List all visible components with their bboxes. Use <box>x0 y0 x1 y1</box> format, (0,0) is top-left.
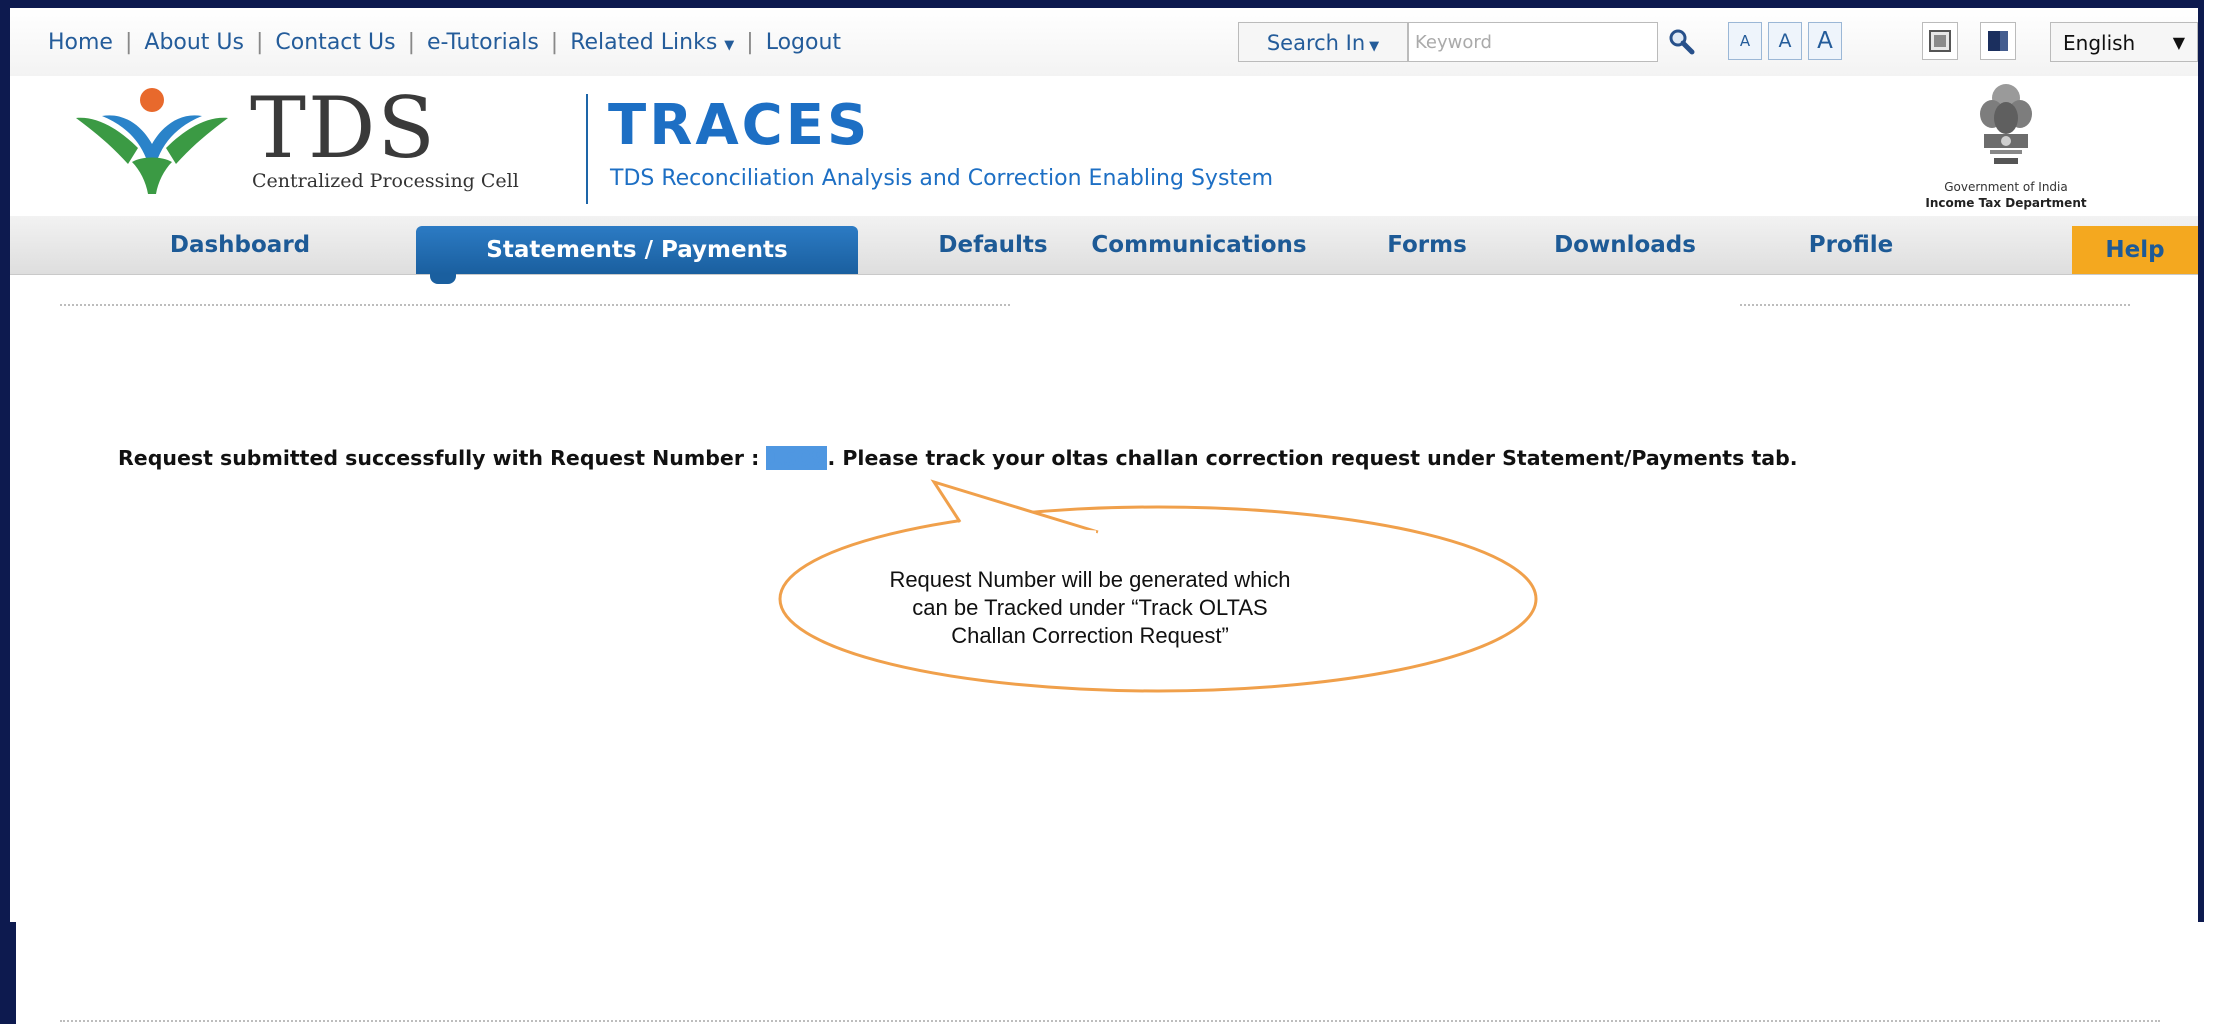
faint-text-line <box>60 304 1010 308</box>
emblem-icon <box>1980 84 2032 164</box>
top-links: Home | About Us | Contact Us | e-Tutoria… <box>48 30 853 55</box>
contrast-dark-icon <box>1988 31 2008 51</box>
faint-footer-line <box>60 1020 2160 1024</box>
about-us-link[interactable]: About Us <box>132 30 256 55</box>
income-tax-department-label: Income Tax Department <box>1925 196 2087 210</box>
font-size-small-button[interactable]: A <box>1728 22 1762 60</box>
caret-down-icon: ▼ <box>1369 39 1380 54</box>
tab-defaults[interactable]: Defaults <box>908 216 1078 274</box>
font-size-large-button[interactable]: A <box>1808 22 1842 60</box>
faint-text-line <box>1740 304 2130 308</box>
related-links-label: Related Links <box>570 30 718 55</box>
utility-bar: Home | About Us | Contact Us | e-Tutoria… <box>10 8 2198 78</box>
callout-line: Request Number will be generated which <box>889 567 1291 592</box>
callout-line: Challan Correction Request” <box>951 623 1229 648</box>
separator: | <box>124 30 133 55</box>
contrast-light-icon <box>1929 30 1951 52</box>
keyword-input[interactable] <box>1408 22 1658 62</box>
tab-statements-payments[interactable]: Statements / Payments <box>416 226 858 274</box>
separator: | <box>746 30 754 55</box>
search-icon <box>1669 29 1695 55</box>
home-link[interactable]: Home <box>48 30 125 55</box>
tab-communications[interactable]: Communications <box>1084 216 1314 274</box>
cpc-subtitle: Centralized Processing Cell <box>252 170 519 192</box>
separator: | <box>550 30 559 55</box>
bottom-area <box>10 922 2204 1024</box>
government-of-india-label: Government of India <box>1944 180 2068 194</box>
site-header: TDS Centralized Processing Cell TRACES T… <box>10 76 2198 216</box>
tab-downloads[interactable]: Downloads <box>1530 216 1720 274</box>
contrast-light-button[interactable] <box>1922 22 1958 60</box>
language-label: English <box>2063 31 2136 55</box>
tds-logo-icon <box>76 88 228 194</box>
callout-text: Request Number will be generated which c… <box>880 566 1300 650</box>
tab-profile[interactable]: Profile <box>1786 216 1916 274</box>
separator: | <box>256 30 264 55</box>
government-emblem: Government of India Income Tax Departmen… <box>1876 76 2136 216</box>
contrast-dark-button[interactable] <box>1980 22 2016 60</box>
success-message: Request submitted successfully with Requ… <box>118 446 1798 470</box>
traces-title: TRACES <box>608 93 871 158</box>
help-button[interactable]: Help <box>2072 226 2198 274</box>
search-in-select[interactable]: Search In ▼ <box>1238 22 1408 62</box>
traces-subtitle: TDS Reconciliation Analysis and Correcti… <box>610 166 1273 191</box>
search-button[interactable] <box>1662 22 1700 62</box>
e-tutorials-link[interactable]: e-Tutorials <box>415 30 551 55</box>
language-select[interactable]: English ▼ <box>2050 22 2198 62</box>
logout-link[interactable]: Logout <box>754 30 853 55</box>
tab-forms[interactable]: Forms <box>1372 216 1482 274</box>
header-divider <box>586 94 588 204</box>
caret-down-icon: ▼ <box>724 38 735 53</box>
font-size-medium-button[interactable]: A <box>1768 22 1802 60</box>
active-tab-indicator <box>430 274 456 284</box>
related-links-menu[interactable]: Related Links ▼ <box>558 30 746 55</box>
separator: | <box>407 30 415 55</box>
message-prefix: Request submitted successfully with Requ… <box>118 446 767 470</box>
message-suffix: . Please track your oltas challan correc… <box>827 446 1798 470</box>
tds-logo-text: TDS <box>250 79 437 177</box>
callout-line: can be Tracked under “Track OLTAS <box>912 595 1268 620</box>
tab-dashboard[interactable]: Dashboard <box>140 216 340 274</box>
main-nav: Dashboard Statements / Payments Defaults… <box>10 216 2198 275</box>
caret-down-icon: ▼ <box>2172 33 2185 52</box>
request-number: 1509 <box>766 446 828 470</box>
contact-us-link[interactable]: Contact Us <box>263 30 407 55</box>
search-in-label: Search In <box>1266 31 1366 55</box>
